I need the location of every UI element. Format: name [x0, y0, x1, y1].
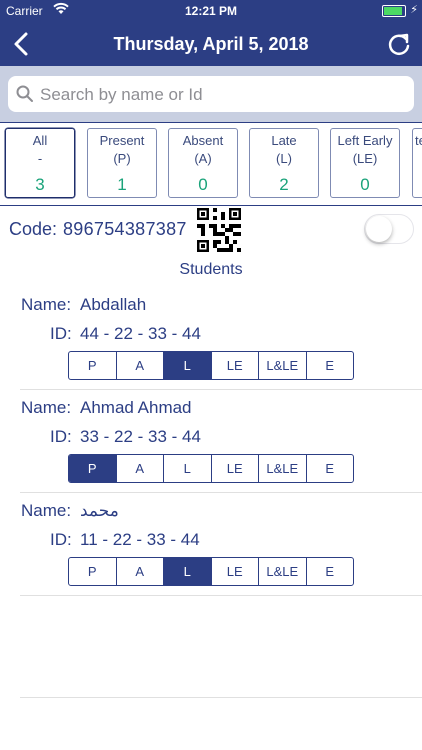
student-row: Name: Abdallah ID: 44 - 22 - 33 - 44 P A…	[20, 286, 422, 390]
charging-icon: ⚡	[410, 4, 418, 16]
filter-abbr: (L)	[276, 151, 292, 166]
refresh-icon	[388, 33, 410, 55]
student-id: 11 - 22 - 33 - 44	[80, 530, 200, 549]
student-name: Abdallah	[80, 295, 147, 314]
status-selector: P A L LE L&LE E	[68, 454, 354, 483]
filter-abbr: (A)	[194, 151, 212, 166]
code-value: 896754387387	[63, 219, 187, 239]
nav-bar: Thursday, April 5, 2018	[0, 22, 422, 66]
status-option-l[interactable]: L	[164, 455, 212, 482]
status-option-le[interactable]: LE	[212, 455, 259, 482]
name-label: Name:	[21, 501, 72, 520]
students-heading: Students	[179, 261, 243, 278]
status-option-le[interactable]: LE	[212, 558, 259, 585]
status-option-p[interactable]: P	[69, 558, 117, 585]
filter-all[interactable]: All - 3	[5, 128, 75, 198]
student-row: Name: محمد ID: 11 - 22 - 33 - 44 P A L L…	[20, 492, 422, 596]
id-label: ID:	[50, 530, 72, 549]
page-title: Thursday, April 5, 2018	[113, 34, 309, 54]
filter-label: Left Early	[337, 133, 393, 148]
filter-left-early[interactable]: Left Early (LE) 0	[330, 128, 400, 198]
filter-absent[interactable]: Absent (A) 0	[168, 128, 238, 198]
filter-count: 2	[279, 175, 289, 194]
status-option-l-le[interactable]: L&LE	[259, 558, 307, 585]
filter-label: Late	[271, 133, 297, 148]
filter-abbr: (LE)	[352, 151, 378, 166]
filter-label: All	[32, 133, 48, 148]
filter-partial[interactable]: te	[412, 128, 422, 198]
filter-count: 0	[198, 175, 208, 194]
student-name: Ahmad Ahmad	[80, 398, 192, 417]
name-label: Name:	[21, 398, 72, 417]
status-option-p[interactable]: P	[69, 352, 117, 379]
status-selector: P A L LE L&LE E	[68, 557, 354, 586]
code-toggle[interactable]	[364, 214, 414, 244]
search-box[interactable]	[8, 76, 414, 114]
status-option-e[interactable]: E	[307, 455, 354, 482]
filter-count: 3	[35, 175, 45, 194]
search-bar	[0, 66, 422, 122]
name-label: Name:	[21, 295, 72, 314]
id-label: ID:	[50, 324, 72, 343]
filter-present[interactable]: Present (P) 1	[87, 128, 157, 198]
code-label: Code:	[9, 219, 58, 239]
status-option-l[interactable]: L	[164, 352, 212, 379]
qr-code-icon[interactable]	[197, 208, 241, 257]
status-option-a[interactable]: A	[117, 352, 164, 379]
student-id: 33 - 22 - 33 - 44	[80, 427, 201, 446]
status-option-l-le[interactable]: L&LE	[259, 352, 307, 379]
student-name: محمد	[80, 501, 119, 520]
filter-abbr: (P)	[113, 151, 131, 166]
refresh-button[interactable]	[386, 30, 412, 58]
status-option-a[interactable]: A	[117, 455, 164, 482]
battery-icon	[382, 5, 406, 17]
filter-label: Present	[99, 133, 145, 148]
filter-late[interactable]: Late (L) 2	[249, 128, 319, 198]
student-row: Name: Ahmad Ahmad ID: 33 - 22 - 33 - 44 …	[20, 389, 422, 493]
filter-label: te	[415, 133, 422, 148]
empty-list-row	[20, 594, 422, 698]
status-option-e[interactable]: E	[307, 352, 354, 379]
student-id: 44 - 22 - 33 - 44	[80, 324, 201, 343]
search-icon	[16, 85, 34, 108]
filter-label: Absent	[182, 133, 224, 148]
status-option-p[interactable]: P	[69, 455, 117, 482]
filter-count: 1	[117, 175, 127, 194]
status-bar: Carrier 12:21 PM ⚡	[0, 0, 422, 22]
id-label: ID:	[50, 427, 72, 446]
search-input[interactable]	[38, 76, 412, 114]
filter-count: 0	[360, 175, 370, 194]
status-option-l-le[interactable]: L&LE	[259, 455, 307, 482]
status-option-le[interactable]: LE	[212, 352, 259, 379]
toggle-knob	[366, 216, 392, 242]
status-selector: P A L LE L&LE E	[68, 351, 354, 380]
status-option-a[interactable]: A	[117, 558, 164, 585]
status-option-e[interactable]: E	[307, 558, 354, 585]
filter-abbr: -	[37, 151, 43, 166]
code-row: Code: 896754387387	[0, 206, 422, 252]
filter-bar: All - 3 Present (P) 1 Absent (A) 0 Late …	[0, 122, 422, 206]
status-option-l[interactable]: L	[164, 558, 212, 585]
status-time: 12:21 PM	[184, 4, 238, 18]
